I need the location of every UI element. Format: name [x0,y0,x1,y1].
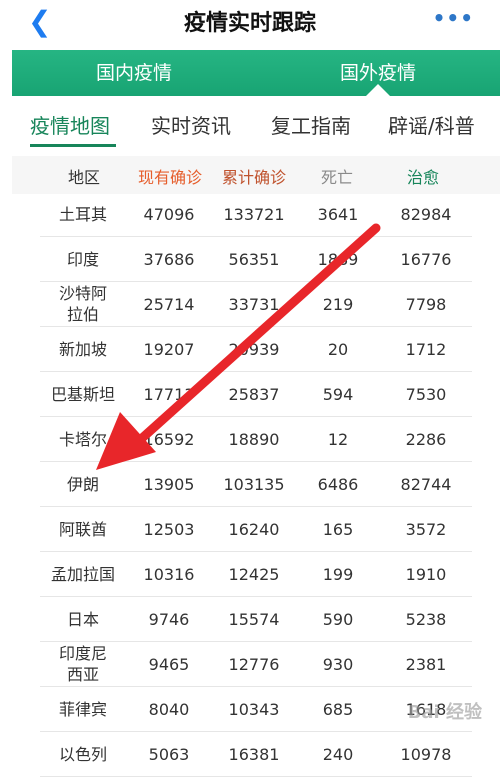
table-row[interactable]: 新加坡 19207 20939 20 1712 [40,326,472,372]
deaths-cell: 12 [296,416,380,462]
cured-cell: 7530 [380,371,472,417]
table-row[interactable]: 沙特阿拉伯 25714 33731 219 7798 [40,281,472,327]
current-confirmed-cell: 8040 [126,686,212,732]
table-row[interactable]: 以色列 5063 16381 240 10978 [40,731,472,777]
tab-realtime-news[interactable]: 实时资讯 [151,110,231,139]
region-cell: 孟加拉国 [40,551,126,597]
deaths-cell: 240 [296,731,380,777]
table-row[interactable]: 印度尼西亚 9465 12776 930 2381 [40,641,472,687]
total-confirmed-cell: 10343 [212,686,296,732]
deaths-cell: 199 [296,551,380,597]
current-confirmed-cell: 10316 [126,551,212,597]
tab-work-resumption-guide[interactable]: 复工指南 [271,110,351,139]
sub-tab-bar: 疫情地图 实时资讯 复工指南 辟谣/科普 [0,96,500,156]
header-total-confirmed: 累计确诊 [221,168,286,187]
header-deaths: 死亡 [320,168,353,187]
table-row[interactable]: 卡塔尔 16592 18890 12 2286 [40,416,472,462]
deaths-cell: 3641 [296,192,380,237]
region-cell: 印度 [40,236,126,282]
total-confirmed-cell: 103135 [212,461,296,507]
total-confirmed-cell: 20939 [212,326,296,372]
table-row[interactable]: 阿联酋 12503 16240 165 3572 [40,506,472,552]
cured-cell: 5238 [380,596,472,642]
total-confirmed-cell: 12425 [212,551,296,597]
region-cell: 伊朗 [40,461,126,507]
deaths-cell: 685 [296,686,380,732]
deaths-cell: 219 [296,281,380,327]
region-cell: 菲律宾 [40,686,126,732]
current-confirmed-cell: 13905 [126,461,212,507]
deaths-cell: 930 [296,641,380,687]
region-cell: 以色列 [40,731,126,777]
table-row[interactable]: 印度 37686 56351 1889 16776 [40,236,472,282]
watermark-logo: Bai 经验 [407,702,482,723]
tab-domestic[interactable]: 国内疫情 [12,50,256,96]
header-cured: 治愈 [406,168,439,187]
current-confirmed-cell: 16592 [126,416,212,462]
cured-cell: 82984 [380,192,472,237]
current-confirmed-cell: 47096 [126,192,212,237]
total-confirmed-cell: 25837 [212,371,296,417]
current-confirmed-cell: 12503 [126,506,212,552]
current-confirmed-cell: 25714 [126,281,212,327]
deaths-cell: 1889 [296,236,380,282]
total-confirmed-cell: 18890 [212,416,296,462]
current-confirmed-cell: 17713 [126,371,212,417]
total-confirmed-cell: 56351 [212,236,296,282]
region-cell: 巴基斯坦 [40,371,126,417]
cured-cell: 1910 [380,551,472,597]
current-confirmed-cell: 9465 [126,641,212,687]
region-cell: 土耳其 [40,192,126,237]
region-cell: 日本 [40,596,126,642]
cured-cell: 2381 [380,641,472,687]
active-tab-caret-icon [366,84,390,96]
current-confirmed-cell: 9746 [126,596,212,642]
total-confirmed-cell: 133721 [212,192,296,237]
cured-cell: 2286 [380,416,472,462]
total-confirmed-cell: 15574 [212,596,296,642]
header-current-confirmed: 现有确诊 [137,168,202,187]
table-header: 地区 现有确诊 累计确诊 死亡 治愈 [12,156,500,194]
table-row[interactable]: 日本 9746 15574 590 5238 [40,596,472,642]
cured-cell: 3572 [380,506,472,552]
table-row[interactable]: 孟加拉国 10316 12425 199 1910 [40,551,472,597]
cured-cell: 82744 [380,461,472,507]
cured-cell: 7798 [380,281,472,327]
current-confirmed-cell: 19207 [126,326,212,372]
table-row[interactable]: 巴基斯坦 17713 25837 594 7530 [40,371,472,417]
region-cell: 阿联酋 [40,506,126,552]
page-title: 疫情实时跟踪 [183,11,316,36]
current-confirmed-cell: 5063 [126,731,212,777]
total-confirmed-cell: 12776 [212,641,296,687]
top-navigation-bar: ❮ 疫情实时跟踪 ••• [0,0,500,44]
total-confirmed-cell: 33731 [212,281,296,327]
more-dots-icon[interactable]: ••• [433,6,474,30]
region-segment-bar: 国内疫情 国外疫情 [12,50,500,96]
deaths-cell: 590 [296,596,380,642]
current-confirmed-cell: 37686 [126,236,212,282]
region-cell: 新加坡 [40,326,126,372]
country-data-table: 土耳其 47096 133721 3641 82984 印度 37686 563… [40,192,472,777]
active-tab-underline [30,144,116,147]
table-row[interactable]: 土耳其 47096 133721 3641 82984 [40,192,472,237]
cured-cell: 1712 [380,326,472,372]
total-confirmed-cell: 16240 [212,506,296,552]
deaths-cell: 20 [296,326,380,372]
region-cell: 沙特阿拉伯 [40,281,126,327]
total-confirmed-cell: 16381 [212,731,296,777]
deaths-cell: 165 [296,506,380,552]
region-cell: 印度尼西亚 [40,641,126,687]
deaths-cell: 594 [296,371,380,417]
cured-cell: 10978 [380,731,472,777]
tab-epidemic-map[interactable]: 疫情地图 [30,110,110,139]
table-row[interactable]: 伊朗 13905 103135 6486 82744 [40,461,472,507]
cured-cell: 16776 [380,236,472,282]
tab-rumor-science[interactable]: 辟谣/科普 [388,110,475,139]
deaths-cell: 6486 [296,461,380,507]
region-cell: 卡塔尔 [40,416,126,462]
header-region: 地区 [67,168,100,187]
